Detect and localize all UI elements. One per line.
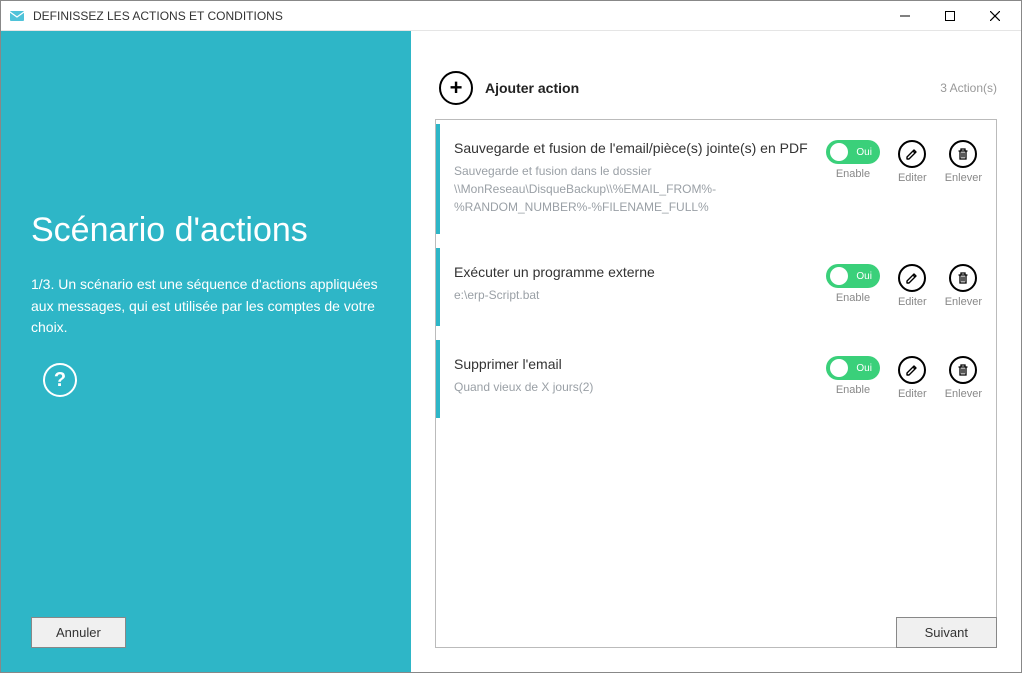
sidebar-heading: Scénario d'actions	[31, 211, 381, 250]
help-button[interactable]: ?	[43, 363, 77, 397]
edit-label: Editer	[898, 388, 927, 400]
main-panel: + Ajouter action 3 Action(s) Sauvegarde …	[411, 31, 1021, 672]
action-text: Supprimer l'email Quand vieux de X jours…	[454, 356, 826, 400]
action-row: Supprimer l'email Quand vieux de X jours…	[436, 340, 996, 418]
enable-toggle[interactable]: Oui	[826, 264, 880, 288]
toggle-state-label: Oui	[856, 363, 872, 374]
next-button[interactable]: Suivant	[896, 617, 997, 648]
action-subtitle: e:\erp-Script.bat	[454, 286, 810, 304]
header-row: + Ajouter action 3 Action(s)	[439, 71, 997, 105]
edit-label: Editer	[898, 296, 927, 308]
trash-icon	[956, 271, 970, 285]
pencil-icon	[905, 147, 919, 161]
action-text: Sauvegarde et fusion de l'email/pièce(s)…	[454, 140, 826, 216]
app-window: DEFINISSEZ LES ACTIONS ET CONDITIONS Scé…	[0, 0, 1022, 673]
edit-button[interactable]	[898, 356, 926, 384]
enable-group: Oui Enable	[826, 140, 880, 180]
sidebar-description: 1/3. Un scénario est une séquence d'acti…	[31, 274, 381, 339]
trash-icon	[956, 147, 970, 161]
remove-button[interactable]	[949, 140, 977, 168]
add-action-button[interactable]: +	[439, 71, 473, 105]
toggle-knob	[830, 267, 848, 285]
edit-button[interactable]	[898, 264, 926, 292]
body: Scénario d'actions 1/3. Un scénario est …	[1, 31, 1021, 672]
toggle-state-label: Oui	[856, 147, 872, 158]
edit-button[interactable]	[898, 140, 926, 168]
enable-label: Enable	[836, 384, 870, 396]
maximize-button[interactable]	[927, 1, 972, 31]
help-icon: ?	[54, 369, 66, 392]
action-subtitle: Sauvegarde et fusion dans le dossier \\M…	[454, 162, 810, 216]
remove-label: Enlever	[945, 388, 982, 400]
edit-group: Editer	[898, 140, 927, 184]
action-row: Sauvegarde et fusion de l'email/pièce(s)…	[436, 124, 996, 234]
pencil-icon	[905, 271, 919, 285]
action-count: 3 Action(s)	[940, 81, 997, 95]
enable-label: Enable	[836, 292, 870, 304]
action-title: Exécuter un programme externe	[454, 264, 810, 280]
plus-icon: +	[450, 77, 463, 99]
add-action-label: Ajouter action	[485, 80, 579, 96]
titlebar: DEFINISSEZ LES ACTIONS ET CONDITIONS	[1, 1, 1021, 31]
minimize-button[interactable]	[882, 1, 927, 31]
action-subtitle: Quand vieux de X jours(2)	[454, 378, 810, 396]
action-controls: Oui Enable Editer	[826, 264, 982, 308]
remove-button[interactable]	[949, 356, 977, 384]
remove-label: Enlever	[945, 172, 982, 184]
window-title: DEFINISSEZ LES ACTIONS ET CONDITIONS	[33, 9, 283, 23]
edit-group: Editer	[898, 356, 927, 400]
remove-label: Enlever	[945, 296, 982, 308]
remove-button[interactable]	[949, 264, 977, 292]
edit-group: Editer	[898, 264, 927, 308]
enable-label: Enable	[836, 168, 870, 180]
toggle-knob	[830, 143, 848, 161]
toggle-state-label: Oui	[856, 271, 872, 282]
remove-group: Enlever	[945, 356, 982, 400]
cancel-button[interactable]: Annuler	[31, 617, 126, 648]
trash-icon	[956, 363, 970, 377]
enable-group: Oui Enable	[826, 356, 880, 396]
close-button[interactable]	[972, 1, 1017, 31]
action-controls: Oui Enable Editer	[826, 140, 982, 216]
app-icon	[9, 8, 25, 24]
action-row: Exécuter un programme externe e:\erp-Scr…	[436, 248, 996, 326]
actions-list: Sauvegarde et fusion de l'email/pièce(s)…	[435, 119, 997, 648]
toggle-knob	[830, 359, 848, 377]
enable-toggle[interactable]: Oui	[826, 356, 880, 380]
edit-label: Editer	[898, 172, 927, 184]
pencil-icon	[905, 363, 919, 377]
action-controls: Oui Enable Editer	[826, 356, 982, 400]
action-title: Supprimer l'email	[454, 356, 810, 372]
sidebar: Scénario d'actions 1/3. Un scénario est …	[1, 31, 411, 672]
remove-group: Enlever	[945, 264, 982, 308]
enable-group: Oui Enable	[826, 264, 880, 304]
action-title: Sauvegarde et fusion de l'email/pièce(s)…	[454, 140, 810, 156]
remove-group: Enlever	[945, 140, 982, 184]
action-text: Exécuter un programme externe e:\erp-Scr…	[454, 264, 826, 308]
enable-toggle[interactable]: Oui	[826, 140, 880, 164]
